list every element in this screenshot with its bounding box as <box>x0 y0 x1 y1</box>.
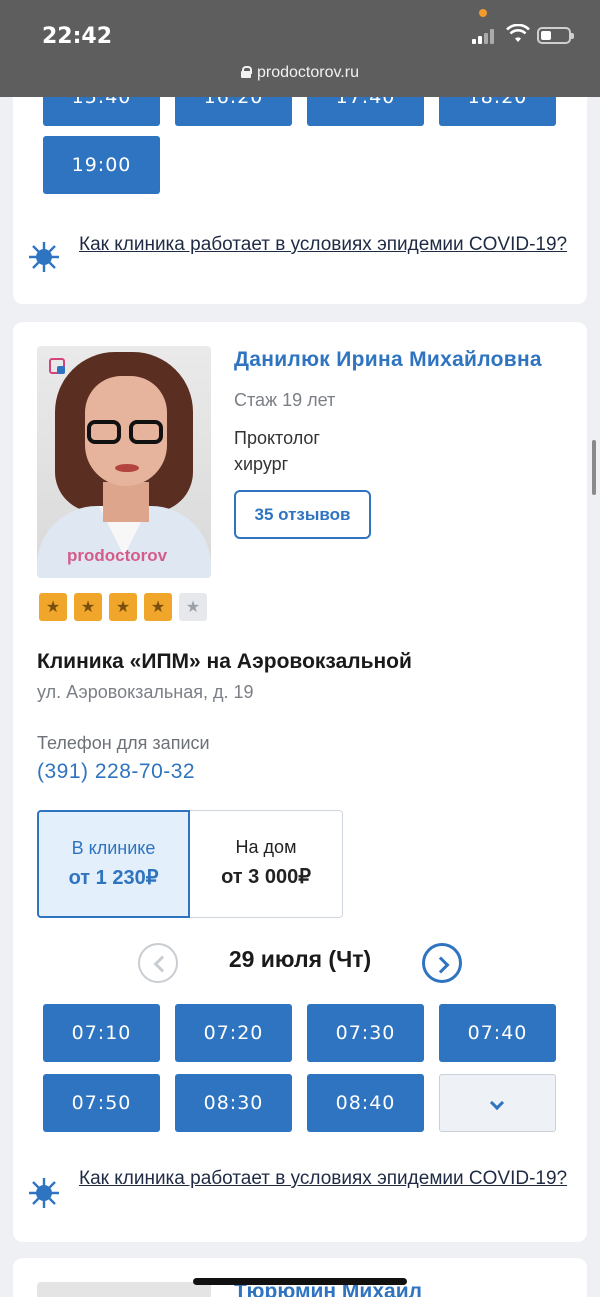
address-bar[interactable]: prodoctorov.ru <box>0 64 600 82</box>
time-slot[interactable]: 08:40 <box>307 1074 424 1132</box>
prodoctorov-logo-icon <box>49 358 65 374</box>
doctor-specialty: Проктолог <box>234 428 320 448</box>
doctor-card: prodoctorov Данилюк Ирина Михайловна Ста… <box>13 322 587 1242</box>
star-icon <box>144 593 172 621</box>
star-icon <box>109 593 137 621</box>
scrollbar[interactable] <box>592 440 596 495</box>
covid-info-link[interactable]: Как клиника работает в условиях эпидемии… <box>79 1166 579 1192</box>
virus-icon <box>29 1178 59 1208</box>
chevron-down-icon <box>489 1095 505 1111</box>
phone-link[interactable]: (391) 228-70-32 <box>37 760 195 784</box>
wifi-icon <box>506 24 530 42</box>
time-slot[interactable]: 07:40 <box>439 1004 556 1062</box>
cellular-signal-icon <box>472 28 498 44</box>
time-slot[interactable]: 07:30 <box>307 1004 424 1062</box>
status-bar: 22:42 prodoctorov.ru <box>0 0 600 97</box>
time-slot[interactable]: 19:00 <box>43 136 160 194</box>
star-icon <box>74 593 102 621</box>
price-option-label: В клинике <box>71 838 156 858</box>
url-text: prodoctorov.ru <box>257 64 359 81</box>
clinic-address: ул. Аэровокзальная, д. 19 <box>37 682 254 702</box>
price-option-value: от 3 000₽ <box>221 866 311 888</box>
clock: 22:42 <box>42 24 113 49</box>
price-option-value: от 1 230₽ <box>68 867 159 889</box>
covid-info-link[interactable]: Как клиника работает в условиях эпидемии… <box>79 232 579 258</box>
next-date-button[interactable] <box>422 943 462 983</box>
clinic-name[interactable]: Клиника «ИПМ» на Аэровокзальной <box>37 650 412 674</box>
schedule-date: 29 июля (Чт) <box>228 946 372 972</box>
virus-icon <box>29 242 59 272</box>
battery-icon <box>537 27 574 44</box>
time-slot[interactable]: 07:10 <box>43 1004 160 1062</box>
chevron-left-icon <box>153 955 171 973</box>
time-slot[interactable]: 07:50 <box>43 1074 160 1132</box>
price-option-home[interactable]: На дом от 3 000₽ <box>190 810 343 918</box>
phone-label: Телефон для записи <box>37 733 210 753</box>
prev-date-button[interactable] <box>138 943 178 983</box>
doctor-photo[interactable]: prodoctorov <box>37 346 211 578</box>
home-indicator[interactable] <box>193 1278 407 1285</box>
star-icon <box>39 593 67 621</box>
time-slot[interactable]: 07:20 <box>175 1004 292 1062</box>
privacy-indicator-icon <box>479 9 487 17</box>
doctor-photo[interactable] <box>37 1282 211 1297</box>
reviews-button[interactable]: 35 отзывов <box>234 490 371 539</box>
price-option-label: На дом <box>235 837 297 857</box>
photo-watermark: prodoctorov <box>67 546 168 565</box>
chevron-right-icon <box>432 956 450 974</box>
doctor-name[interactable]: Данилюк Ирина Михайловна <box>234 348 542 372</box>
doctor-experience: Стаж 19 лет <box>234 390 336 410</box>
lock-icon <box>241 66 252 78</box>
doctor-specialty: хирург <box>234 454 289 474</box>
time-slot[interactable]: 08:30 <box>175 1074 292 1132</box>
more-slots-button[interactable] <box>439 1074 556 1132</box>
star-empty-icon <box>179 593 207 621</box>
price-option-clinic[interactable]: В клинике от 1 230₽ <box>37 810 190 918</box>
